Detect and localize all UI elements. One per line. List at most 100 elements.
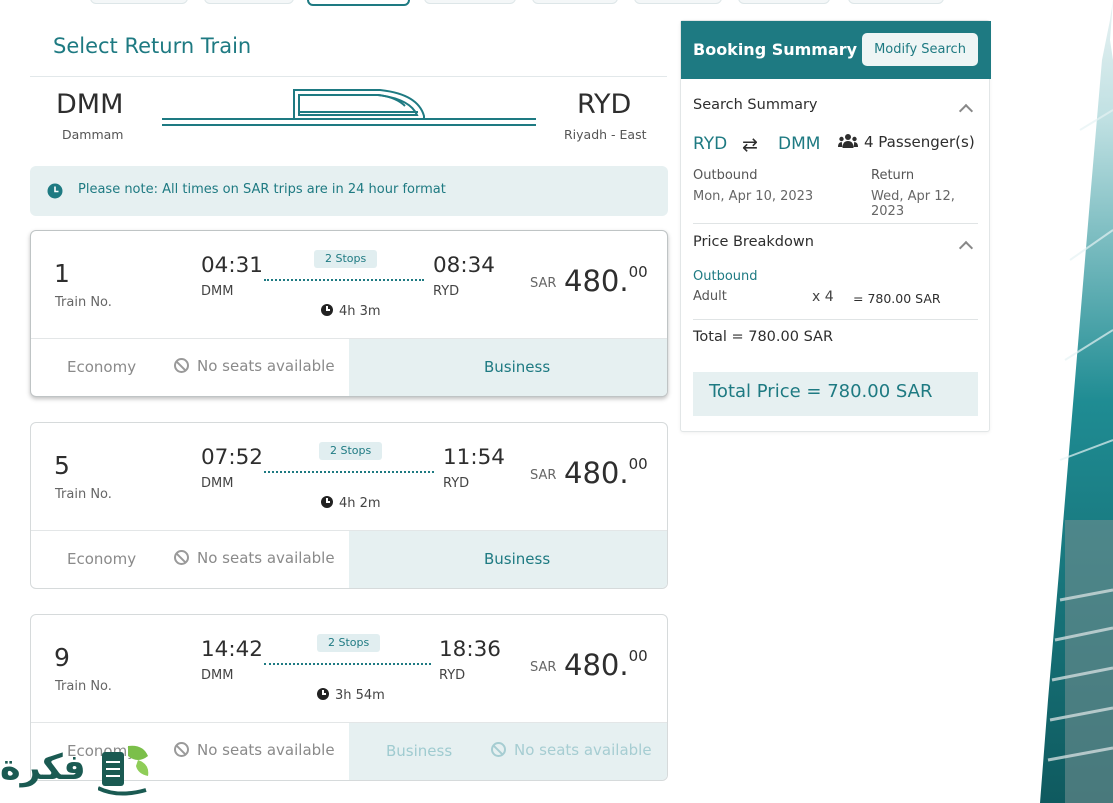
- no-seats-text: No seats available: [514, 741, 652, 759]
- chevron-up-icon[interactable]: [958, 240, 974, 256]
- arrival-station: RYD: [443, 476, 470, 491]
- departure-time: 04:31: [201, 253, 263, 278]
- ban-icon: [491, 742, 506, 757]
- business-class-option: Business No seats available: [349, 723, 667, 780]
- train-number: 9: [54, 643, 70, 672]
- step-tab[interactable]: [424, 0, 516, 4]
- business-class-label: Business: [386, 742, 453, 760]
- summary-from-code: RYD: [693, 134, 728, 154]
- fare-price: 480.00: [564, 647, 648, 682]
- departure-station: DMM: [201, 476, 234, 491]
- no-seats-text: No seats available: [197, 549, 335, 567]
- price-decimal: 00: [628, 647, 648, 665]
- departure-time: 14:42: [201, 637, 263, 662]
- clock-icon: [321, 304, 333, 316]
- stops-badge: 2 Stops: [317, 634, 381, 652]
- step-tab[interactable]: [848, 0, 944, 4]
- search-summary-title: Search Summary: [693, 97, 818, 113]
- train-card[interactable]: 5 Train No. 07:52 DMM 2 Stops 4h 2m 11:5…: [30, 422, 668, 589]
- booking-summary-title: Booking Summary: [693, 40, 858, 59]
- modify-search-button[interactable]: Modify Search: [862, 33, 978, 66]
- price-main: 480.: [564, 648, 629, 682]
- step-tab[interactable]: [532, 0, 618, 4]
- class-options: Economy No seats available Business: [31, 338, 667, 396]
- route-line: [264, 663, 431, 665]
- fare-price: 480.00: [564, 455, 648, 490]
- train-number-label: Train No.: [55, 679, 112, 694]
- train-illustration-icon: [162, 89, 536, 126]
- economy-unavailable: No seats available: [174, 357, 335, 375]
- divider: [693, 223, 978, 224]
- price-main: 480.: [564, 456, 629, 490]
- economy-class-label: Economy: [67, 358, 137, 376]
- logo-mark-icon: [98, 745, 149, 796]
- economy-unavailable: No seats available: [174, 549, 335, 567]
- price-breakdown-title: Price Breakdown: [693, 234, 814, 250]
- total-line: Total = 780.00 SAR: [693, 329, 834, 345]
- price-decimal: 00: [628, 263, 648, 281]
- adult-label: Adult: [693, 289, 727, 304]
- clock-icon: [321, 496, 333, 508]
- total-price-box: Total Price = 780.00 SAR: [693, 372, 978, 416]
- notice-text: Please note: All times on SAR trips are …: [78, 182, 446, 197]
- duration-text: 4h 3m: [339, 304, 381, 319]
- step-tab[interactable]: [90, 0, 188, 4]
- currency-label: SAR: [530, 468, 557, 483]
- route-line: [264, 471, 434, 473]
- step-tab[interactable]: [738, 0, 830, 4]
- divider: [30, 76, 667, 77]
- business-class-option[interactable]: Business: [349, 531, 667, 588]
- departure-station: DMM: [201, 284, 234, 299]
- class-options: Economy No seats available Business: [31, 530, 667, 588]
- return-label: Return: [871, 168, 915, 183]
- no-seats-text: No seats available: [197, 357, 335, 375]
- watermark-logo: فكرة: [0, 748, 86, 788]
- train-card[interactable]: 1 Train No. 04:31 DMM 2 Stops 4h 3m 08:3…: [30, 230, 668, 397]
- clock-icon: [317, 688, 329, 700]
- summary-to-code: DMM: [778, 134, 821, 154]
- arrival-time: 11:54: [443, 445, 505, 470]
- train-number-label: Train No.: [55, 487, 112, 502]
- price-main: 480.: [564, 264, 629, 298]
- departure-station: DMM: [201, 668, 234, 683]
- adult-quantity: x 4: [812, 289, 834, 305]
- page-title: Select Return Train: [53, 34, 252, 58]
- origin-name: Dammam: [62, 127, 124, 142]
- currency-label: SAR: [530, 660, 557, 675]
- price-decimal: 00: [628, 455, 648, 473]
- step-tab-active[interactable]: [307, 0, 410, 6]
- outbound-date: Mon, Apr 10, 2023: [693, 189, 814, 204]
- departure-time: 07:52: [201, 445, 263, 470]
- duration-text: 4h 2m: [339, 496, 381, 511]
- chevron-up-icon[interactable]: [958, 103, 974, 119]
- clock-icon: [47, 183, 63, 199]
- trip-duration: 3h 54m: [317, 688, 385, 703]
- booking-summary-header: Booking Summary Modify Search: [681, 21, 991, 79]
- arrival-station: RYD: [433, 284, 460, 299]
- business-class-label: Business: [484, 358, 551, 376]
- passenger-count: 4 Passenger(s): [838, 133, 975, 151]
- divider: [693, 319, 978, 320]
- booking-summary-panel: Booking Summary Modify Search Search Sum…: [680, 20, 991, 432]
- currency-label: SAR: [530, 276, 557, 291]
- train-number-label: Train No.: [55, 295, 112, 310]
- arrival-time: 18:36: [439, 637, 501, 662]
- step-tab[interactable]: [204, 0, 294, 4]
- arrival-time: 08:34: [433, 253, 495, 278]
- swap-arrows-icon: ⇄: [742, 134, 758, 156]
- step-tab[interactable]: [634, 0, 722, 4]
- trip-duration: 4h 2m: [321, 496, 381, 511]
- business-class-option[interactable]: Business: [349, 339, 667, 396]
- fare-price: 480.00: [564, 263, 648, 298]
- economy-class-label: Economy: [67, 550, 137, 568]
- arrival-station: RYD: [439, 668, 466, 683]
- route-line: [264, 279, 424, 281]
- adult-subtotal: = 780.00 SAR: [853, 291, 941, 306]
- ban-icon: [174, 550, 189, 565]
- time-format-notice: Please note: All times on SAR trips are …: [30, 166, 668, 216]
- business-unavailable: No seats available: [491, 741, 652, 759]
- train-number: 5: [54, 451, 70, 480]
- stops-badge: 2 Stops: [319, 442, 383, 460]
- duration-text: 3h 54m: [335, 688, 385, 703]
- booking-steps: [0, 0, 1000, 8]
